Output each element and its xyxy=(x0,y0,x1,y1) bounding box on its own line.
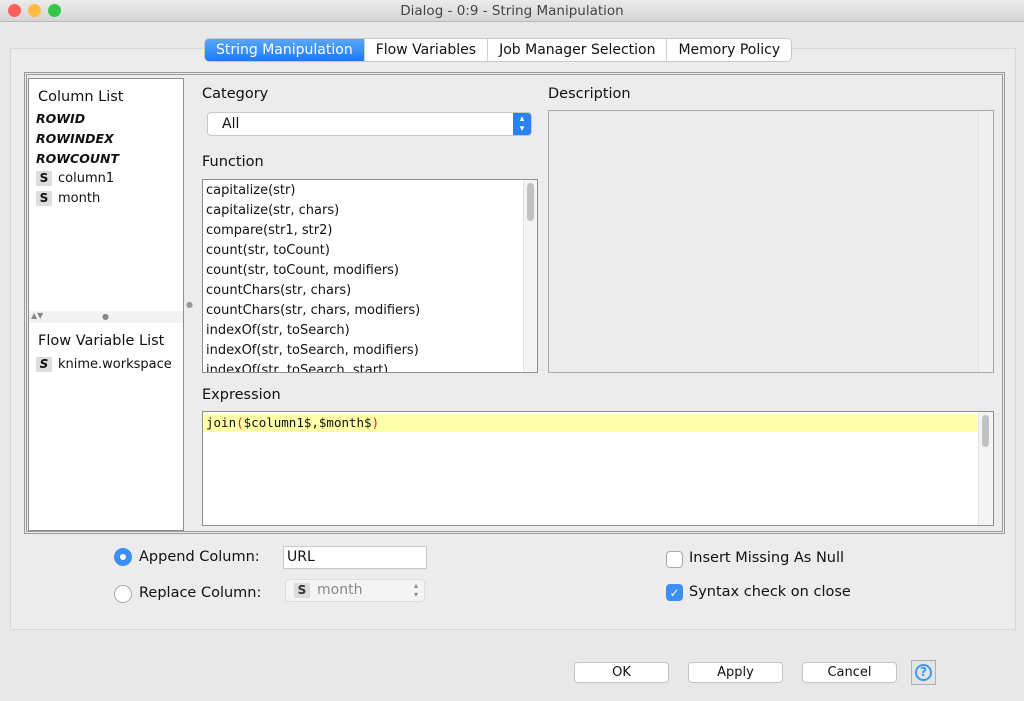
tab-memory-policy[interactable]: Memory Policy xyxy=(667,39,791,61)
expression-label: Expression xyxy=(202,387,281,403)
window-title: Dialog - 0:9 - String Manipulation xyxy=(400,3,624,19)
open-paren: ( xyxy=(236,415,244,430)
cancel-button[interactable]: Cancel xyxy=(802,662,897,683)
tab-bar: String Manipulation Flow Variables Job M… xyxy=(204,38,793,62)
help-icon: ? xyxy=(915,664,932,681)
function-label: Function xyxy=(202,154,264,170)
replace-column-value: month xyxy=(317,582,363,598)
description-label: Description xyxy=(548,86,631,102)
tab-job-manager-selection[interactable]: Job Manager Selection xyxy=(488,39,668,61)
column-list-title: Column List xyxy=(38,89,124,105)
column-list-panel: Column List ROWID ROWINDEX ROWCOUNT Scol… xyxy=(28,78,184,531)
flow-variable-list-title: Flow Variable List xyxy=(38,333,165,349)
function-item[interactable]: count(str, toCount, modifiers) xyxy=(206,261,420,281)
function-item[interactable]: count(str, toCount) xyxy=(206,241,420,261)
list-item-rowindex[interactable]: ROWINDEX xyxy=(36,129,119,149)
ok-button[interactable]: OK xyxy=(574,662,669,683)
title-bar: Dialog - 0:9 - String Manipulation xyxy=(0,0,1024,22)
function-scrollbar[interactable] xyxy=(523,180,537,372)
list-item-month[interactable]: Smonth xyxy=(36,189,119,209)
column-name: month xyxy=(58,191,101,206)
list-item-column1[interactable]: Scolumn1 xyxy=(36,169,119,189)
expression-editor[interactable]: join($column1$,$month$) xyxy=(202,411,994,526)
help-button[interactable]: ? xyxy=(911,660,936,685)
replace-column-label: Replace Column: xyxy=(139,585,262,601)
function-item[interactable]: compare(str1, str2) xyxy=(206,221,420,241)
append-column-label: Append Column: xyxy=(139,549,260,565)
close-window-button[interactable] xyxy=(8,4,21,17)
list-item-rowcount[interactable]: ROWCOUNT xyxy=(36,149,119,169)
syntax-check-checkbox[interactable]: ✓ xyxy=(666,584,683,601)
chevron-updown-icon: ▴ ▾ xyxy=(513,113,531,135)
string-type-icon: S xyxy=(36,171,52,186)
column-name: column1 xyxy=(58,171,115,186)
replace-column-radio[interactable] xyxy=(114,585,132,603)
string-type-icon: S xyxy=(36,191,52,206)
insert-missing-checkbox[interactable] xyxy=(666,551,683,568)
category-label: Category xyxy=(202,86,269,102)
minimize-window-button[interactable] xyxy=(28,4,41,17)
function-item[interactable]: capitalize(str) xyxy=(206,181,420,201)
expression-scrollbar[interactable] xyxy=(978,412,993,525)
close-paren: ) xyxy=(371,415,380,430)
split-pane-divider[interactable]: ▲▼ ● xyxy=(29,311,183,323)
description-area xyxy=(548,110,994,373)
category-value: All xyxy=(222,116,240,132)
chevron-updown-icon: ▴ ▾ xyxy=(413,581,418,599)
list-item-rowid[interactable]: ROWID xyxy=(36,109,119,129)
splitter-handle[interactable]: ● xyxy=(186,300,193,309)
function-item[interactable]: countChars(str, chars) xyxy=(206,281,420,301)
function-item[interactable]: indexOf(str, toSearch) xyxy=(206,321,420,341)
append-column-input[interactable]: URL xyxy=(283,546,427,569)
function-item[interactable]: countChars(str, chars, modifiers) xyxy=(206,301,420,321)
function-list[interactable]: capitalize(str) capitalize(str, chars) com… xyxy=(202,179,538,373)
function-item[interactable]: indexOf(str, toSearch, modifiers) xyxy=(206,341,420,361)
checkmark-icon: ✓ xyxy=(669,586,680,600)
category-select[interactable]: All ▴ ▾ xyxy=(207,112,532,136)
apply-button[interactable]: Apply xyxy=(688,662,783,683)
tab-string-manipulation[interactable]: String Manipulation xyxy=(205,39,365,61)
syntax-check-label: Syntax check on close xyxy=(689,584,851,600)
zoom-window-button[interactable] xyxy=(48,4,61,17)
tab-flow-variables[interactable]: Flow Variables xyxy=(365,39,489,61)
description-scrollbar[interactable] xyxy=(978,111,993,372)
function-item[interactable]: indexOf(str, toSearch, start) xyxy=(206,361,420,372)
expression-line: join($column1$,$month$) xyxy=(203,414,977,432)
string-variable-icon: S xyxy=(36,357,52,372)
function-item[interactable]: capitalize(str, chars) xyxy=(206,201,420,221)
insert-missing-label: Insert Missing As Null xyxy=(689,550,845,566)
list-item-knime-workspace[interactable]: Sknime.workspace xyxy=(36,355,172,375)
append-column-radio[interactable] xyxy=(114,548,132,566)
variable-name: knime.workspace xyxy=(58,357,172,372)
expression-args: $column1$,$month$ xyxy=(243,415,372,430)
string-type-icon: S xyxy=(294,583,310,598)
expression-function: join xyxy=(206,415,237,430)
replace-column-select[interactable]: S month ▴ ▾ xyxy=(285,579,425,602)
